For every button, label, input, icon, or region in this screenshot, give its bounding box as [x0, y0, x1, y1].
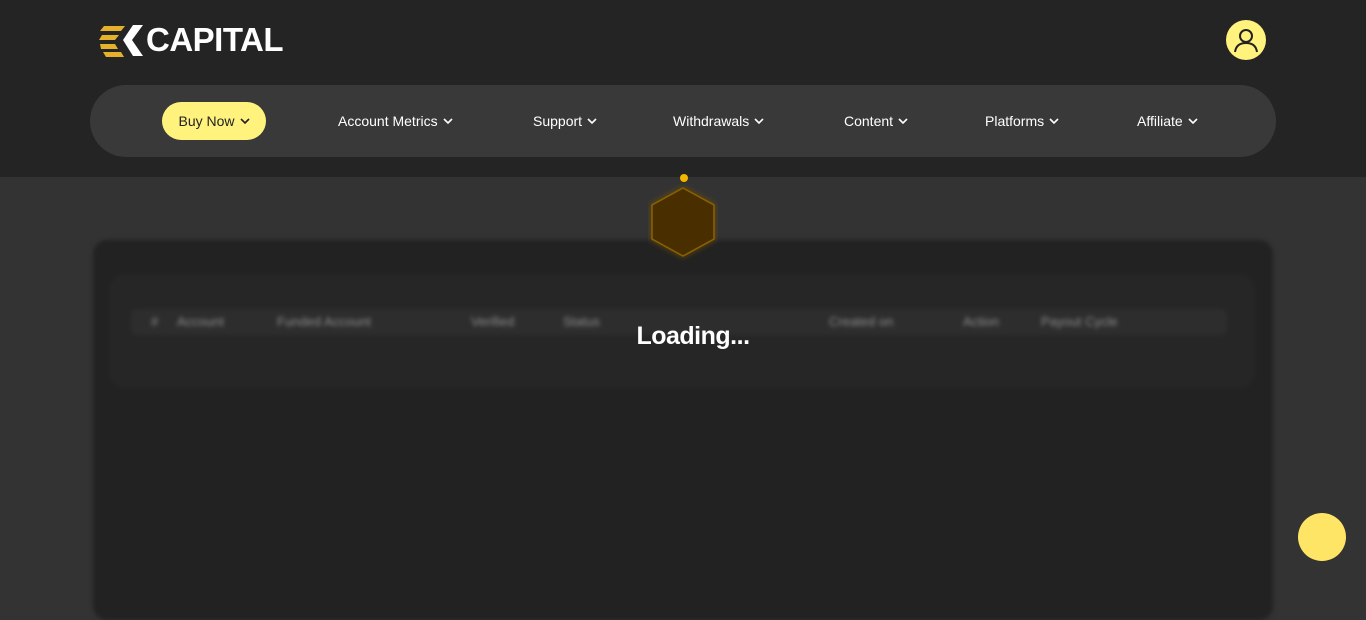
nav-affiliate[interactable]: Affiliate	[1137, 102, 1198, 140]
chevron-down-icon	[898, 117, 908, 124]
column-header: Account	[177, 314, 224, 329]
chevron-down-icon	[1049, 117, 1059, 124]
nav-account-metrics-label: Account Metrics	[338, 113, 438, 129]
nav-affiliate-label: Affiliate	[1137, 113, 1183, 129]
brand-logo[interactable]: CAPITAL	[99, 21, 284, 58]
chevron-down-icon	[754, 117, 764, 124]
chevron-down-icon	[1188, 117, 1198, 124]
column-header: Created on	[829, 314, 894, 329]
chevron-down-icon	[587, 117, 597, 124]
nav-support[interactable]: Support	[533, 102, 597, 140]
top-header: CAPITAL Buy Now Account Metrics Support	[0, 0, 1366, 177]
user-icon	[1234, 29, 1258, 53]
hexagon-loader-icon	[651, 174, 715, 257]
logo-mark-icon	[99, 25, 143, 57]
nav-withdrawals-label: Withdrawals	[673, 113, 750, 129]
nav-platforms-label: Platforms	[985, 113, 1045, 129]
nav-content[interactable]: Content	[844, 102, 908, 140]
column-header: Action	[963, 314, 1000, 329]
nav-withdrawals[interactable]: Withdrawals	[673, 102, 764, 140]
nav-account-metrics[interactable]: Account Metrics	[338, 102, 453, 140]
column-header: Funded Account	[277, 314, 371, 329]
nav-support-label: Support	[533, 113, 583, 129]
loading-spinner	[648, 172, 718, 262]
chevron-down-icon	[239, 117, 250, 124]
buy-now-button[interactable]: Buy Now	[162, 102, 266, 140]
nav-platforms[interactable]: Platforms	[985, 102, 1059, 140]
accounts-panel: # Account Funded Account Verified Status…	[93, 240, 1273, 620]
main-navigation: Buy Now Account Metrics Support Withdraw…	[90, 85, 1276, 157]
brand-name: CAPITAL	[146, 21, 284, 58]
chat-widget-button[interactable]	[1298, 513, 1346, 561]
loading-text: Loading...	[636, 322, 750, 350]
buy-now-label: Buy Now	[178, 113, 235, 129]
column-header: #	[151, 314, 159, 329]
user-account-button[interactable]	[1226, 20, 1266, 60]
chevron-down-icon	[443, 117, 453, 124]
column-header: Verified	[471, 314, 515, 329]
nav-content-label: Content	[844, 113, 894, 129]
column-header: Payout Cycle	[1041, 314, 1118, 329]
